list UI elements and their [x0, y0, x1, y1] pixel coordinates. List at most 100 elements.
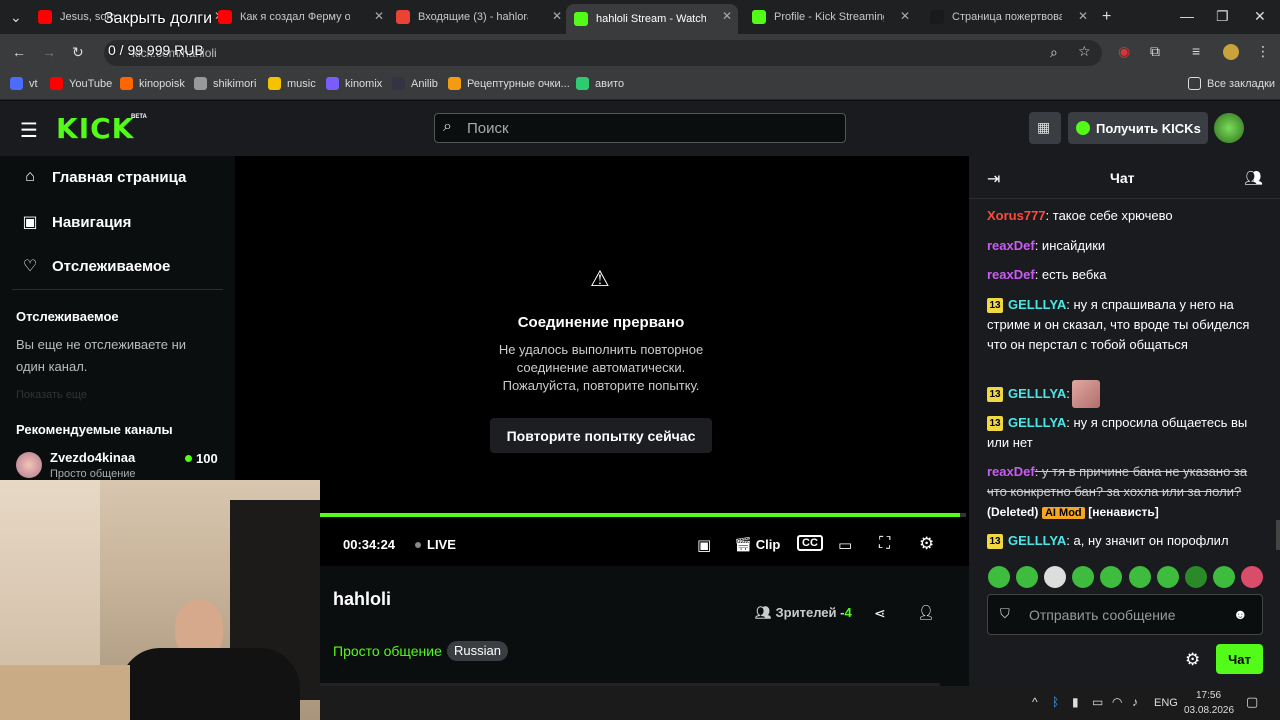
- extension-icon[interactable]: ◉: [1118, 43, 1130, 60]
- fullscreen-icon[interactable]: ⛶: [879, 535, 890, 553]
- bookmark-item[interactable]: Anilib: [392, 77, 438, 90]
- emoji-icon[interactable]: ☻: [1233, 606, 1248, 622]
- taskbar-date[interactable]: 03.08.2026: [1184, 705, 1234, 716]
- sidebar-item-following[interactable]: ♡ Отслеживаемое: [20, 256, 171, 276]
- emote-icon[interactable]: [1212, 566, 1235, 588]
- theater-mode-icon[interactable]: ▭: [838, 536, 852, 554]
- settings-gear-icon[interactable]: ⚙: [919, 534, 934, 554]
- browser-tab[interactable]: Входящие (3) - hahloraine ✕: [388, 4, 568, 30]
- chat-username[interactable]: Xorus777: [987, 208, 1046, 223]
- chat-username[interactable]: reaxDef: [987, 238, 1035, 253]
- chat-username[interactable]: reaxDef: [987, 267, 1035, 282]
- all-bookmarks[interactable]: Все закладки: [1188, 77, 1275, 90]
- menu-kebab-icon[interactable]: ⋮: [1256, 43, 1270, 60]
- kick-logo[interactable]: KICK: [56, 112, 134, 145]
- webcam-person-body: [120, 648, 300, 720]
- chat-settings-icon[interactable]: ⚙: [1185, 650, 1200, 670]
- emote-icon[interactable]: [1016, 566, 1039, 588]
- chat-header-divider: [969, 198, 1280, 199]
- bookmark-favicon-icon: [268, 77, 281, 90]
- chat-username[interactable]: reaxDef: [987, 464, 1035, 479]
- retry-button[interactable]: Повторите попытку сейчас: [490, 418, 712, 453]
- miniplayer-icon[interactable]: ▣: [697, 536, 711, 554]
- share-icon[interactable]: ⋖: [874, 605, 886, 622]
- tab-close-icon[interactable]: ✕: [900, 9, 910, 23]
- zoom-icon[interactable]: ⌕: [1050, 44, 1058, 61]
- chat-send-button[interactable]: Чат: [1216, 644, 1263, 674]
- tab-search-chevron-icon[interactable]: ⌄: [10, 9, 22, 26]
- back-button[interactable]: ←: [12, 44, 26, 60]
- clip-button[interactable]: 🎬︎ Clip: [734, 536, 780, 553]
- close-window-button[interactable]: ✕: [1254, 8, 1266, 25]
- taskbar-time[interactable]: 17:56: [1196, 690, 1221, 701]
- forward-button[interactable]: →: [42, 44, 56, 60]
- new-tab-button[interactable]: +: [1102, 8, 1111, 26]
- bookmark-item[interactable]: Рецептурные очки...: [448, 77, 570, 90]
- profile-avatar[interactable]: [1223, 44, 1239, 60]
- tab-close-icon[interactable]: ✕: [552, 9, 562, 23]
- address-bar[interactable]: [104, 40, 1102, 66]
- chat-scrollbar[interactable]: [1276, 520, 1280, 550]
- bookmark-star-icon[interactable]: ☆: [1078, 43, 1091, 60]
- bookmark-item[interactable]: kinomix: [326, 77, 382, 90]
- tab-close-icon[interactable]: ✕: [722, 9, 732, 23]
- emote-icon[interactable]: [1100, 566, 1123, 588]
- chat-users-icon[interactable]: 👥︎: [1244, 169, 1263, 187]
- channel-avatar[interactable]: [16, 452, 42, 478]
- tray-chevron-icon[interactable]: ^: [1032, 695, 1038, 709]
- chat-username[interactable]: GELLLYA: [1008, 297, 1066, 312]
- reload-button[interactable]: ↻: [72, 44, 84, 61]
- emote-icon[interactable]: [1128, 566, 1151, 588]
- tab-favicon-icon: [38, 10, 52, 24]
- recommended-channel-name[interactable]: Zvezdo4kinaa: [50, 450, 135, 465]
- video-progress-track[interactable]: [320, 513, 966, 517]
- sidebar-item-browse[interactable]: ▣ Навигация: [20, 212, 131, 232]
- emote-icon[interactable]: [988, 566, 1010, 588]
- show-more-link[interactable]: Показать еще: [16, 389, 87, 401]
- maximize-button[interactable]: ❐: [1216, 8, 1229, 25]
- get-kicks-button[interactable]: Получить KICKs: [1068, 112, 1208, 144]
- browser-tab[interactable]: Страница пожертвования ✕: [922, 4, 1094, 30]
- chat-username[interactable]: GELLLYA: [1008, 386, 1066, 401]
- browser-tab[interactable]: hahloli Stream - Watch Live ✕: [566, 4, 738, 34]
- emote-icon[interactable]: [1240, 566, 1263, 588]
- emote-icon[interactable]: [1072, 566, 1095, 588]
- tab-close-icon[interactable]: ✕: [374, 9, 384, 23]
- battery-icon[interactable]: ▭: [1092, 695, 1103, 709]
- usb-icon[interactable]: ▮: [1072, 695, 1079, 709]
- hamburger-menu-icon[interactable]: ☰: [20, 118, 38, 143]
- emote-icon[interactable]: [1044, 566, 1067, 588]
- browser-tab[interactable]: Profile - Kick Streaming ✕: [744, 4, 916, 30]
- media-control-icon[interactable]: ≡: [1192, 43, 1200, 59]
- wifi-icon[interactable]: ◠: [1112, 695, 1122, 709]
- video-progress-fill: [320, 513, 960, 517]
- tab-close-icon[interactable]: ✕: [1078, 9, 1088, 23]
- sidebar-item-home[interactable]: ⌂ Главная страница: [20, 168, 186, 186]
- collapse-chat-icon[interactable]: ⇥: [987, 169, 1000, 189]
- chat-username[interactable]: GELLLYA: [1008, 533, 1066, 548]
- bookmark-item[interactable]: vt: [10, 77, 38, 90]
- minimize-button[interactable]: —: [1180, 8, 1194, 24]
- bookmark-item[interactable]: YouTube: [50, 77, 112, 90]
- bookmark-item[interactable]: авито: [576, 77, 624, 90]
- bookmark-favicon-icon: [50, 77, 63, 90]
- extensions-puzzle-icon[interactable]: ⧉: [1150, 43, 1160, 60]
- volume-icon[interactable]: ♪: [1132, 695, 1138, 709]
- bookmark-item[interactable]: kinopoisk: [120, 77, 185, 90]
- user-avatar[interactable]: [1214, 113, 1244, 143]
- bookmark-item[interactable]: shikimori: [194, 77, 256, 90]
- emote-icon[interactable]: [1184, 566, 1207, 588]
- browser-tab[interactable]: Как я создал Ферму офла ✕: [210, 4, 390, 30]
- captions-icon[interactable]: CC: [797, 535, 823, 551]
- language-tag[interactable]: Russian: [447, 641, 508, 661]
- chat-text: : а, ну значит он порофлил: [1066, 533, 1229, 548]
- bookmark-item[interactable]: music: [268, 77, 316, 90]
- bluetooth-icon[interactable]: ᛒ: [1052, 695, 1059, 709]
- chat-username[interactable]: GELLLYA: [1008, 415, 1066, 430]
- follow-user-icon[interactable]: 👤︎: [917, 604, 935, 621]
- channel-name[interactable]: hahloli: [333, 589, 391, 610]
- emote-icon[interactable]: [1156, 566, 1179, 588]
- stream-category[interactable]: Просто общение: [333, 643, 442, 659]
- notifications-icon[interactable]: ▢: [1246, 694, 1258, 710]
- keyboard-language[interactable]: ENG: [1154, 697, 1178, 709]
